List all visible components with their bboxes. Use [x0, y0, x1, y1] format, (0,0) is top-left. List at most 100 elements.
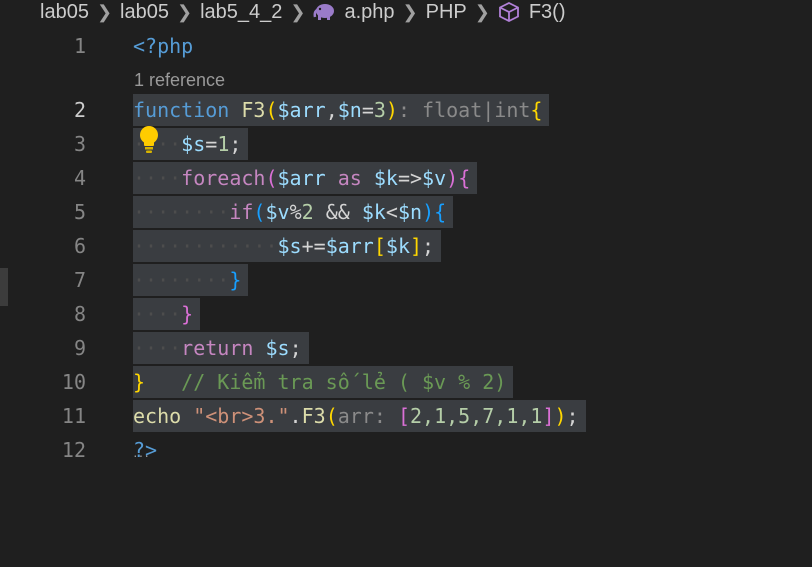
operator-token: => — [397, 166, 423, 190]
number-token: 2 — [301, 200, 314, 224]
bracket-token: { — [434, 200, 447, 224]
variable-token: $v — [265, 200, 290, 224]
code-line: 9 ····return $s; — [0, 331, 812, 365]
bracket-token: [ — [373, 234, 386, 258]
code-text: ········} — [133, 264, 249, 296]
function-name-token: F3 — [241, 98, 266, 122]
operator-token: , — [325, 98, 338, 122]
variable-token: $k — [373, 166, 398, 190]
code-line: 5 ········if($v%2 && $k<$n){ — [0, 195, 812, 229]
variable-token: $arr — [325, 234, 374, 258]
parameter-inlay-hint: arr: — [337, 404, 398, 428]
line-number: 7 — [73, 268, 86, 292]
number-list-token: 2,1,5,7,1,1 — [410, 404, 543, 428]
bracket-token: { — [458, 166, 471, 190]
breadcrumb-folder-lab5-4-2[interactable]: lab5_4_2 — [200, 1, 282, 24]
variable-token: $s — [181, 132, 206, 156]
code-text: ········if($v%2 && $k<$n){ — [133, 196, 454, 228]
keyword-token: if — [229, 200, 254, 224]
code-text: ····return $s; — [133, 332, 309, 364]
code-text: function F3($arr,$n=3): float|int{ — [133, 94, 550, 126]
code-line: 11 echo "<br>3.".F3(arr: [2,1,5,7,1,1]); — [0, 399, 812, 433]
bracket-token: } — [133, 370, 146, 394]
code-text: ····foreach($arr as $k=>$v){ — [133, 162, 478, 194]
code-line: 7 ········} — [0, 263, 812, 297]
string-token: "<br>3." — [193, 404, 290, 428]
references-codelens[interactable]: 1 reference — [134, 63, 225, 97]
operator-token: && — [313, 200, 362, 224]
breadcrumb-language-php[interactable]: PHP — [426, 1, 467, 24]
bracket-token: ] — [410, 234, 423, 258]
keyword-token: echo — [133, 404, 194, 428]
bracket-token: [ — [397, 404, 410, 428]
line-number: 4 — [73, 166, 86, 190]
bracket-token: ] — [542, 404, 555, 428]
operator-token: % — [289, 200, 302, 224]
operator-token: ; — [422, 234, 435, 258]
line-number: 1 — [73, 34, 86, 58]
bracket-token: { — [530, 98, 543, 122]
code-line: 6 ············$s+=$arr[$k]; — [0, 229, 812, 263]
breadcrumb-folder-lab05[interactable]: lab05 — [40, 1, 89, 24]
code-line: 4 ····foreach($arr as $k=>$v){ — [0, 161, 812, 195]
chevron-right-icon: ❯ — [474, 1, 490, 22]
chevron-right-icon: ❯ — [290, 1, 306, 22]
code-line: 2 function F3($arr,$n=3): float|int{ — [0, 93, 812, 127]
variable-token: $n — [397, 200, 423, 224]
code-line: 1 <?php — [0, 29, 812, 63]
code-text: <?php — [133, 30, 193, 62]
code-text: echo "<br>3.".F3(arr: [2,1,5,7,1,1]); — [133, 400, 586, 432]
breadcrumb-symbol-f3[interactable]: F3() — [529, 1, 566, 24]
bracket-token: } — [229, 268, 242, 292]
operator-token: ; — [229, 132, 242, 156]
bracket-token: } — [181, 302, 194, 326]
bracket-token: ) — [385, 98, 398, 122]
keyword-token: as — [325, 166, 374, 190]
code-line: 3 ····$s=1; — [0, 127, 812, 161]
breadcrumb: lab05 ❯ lab05 ❯ lab5_4_2 ❯ a.php ❯ PHP ❯… — [0, 0, 812, 24]
line-number: 2 — [73, 98, 86, 122]
operator-token: . — [289, 404, 302, 428]
variable-token: $s — [265, 336, 290, 360]
php-open-tag: <?php — [133, 34, 194, 58]
bracket-token: ( — [265, 98, 278, 122]
operator-token: = — [205, 132, 218, 156]
line-number: 6 — [73, 234, 86, 258]
line-number: 8 — [73, 302, 86, 326]
breadcrumb-folder-lab05-inner[interactable]: lab05 — [120, 1, 169, 24]
code-editor[interactable]: 1 <?php 1 reference 2 function F3($arr,$… — [0, 29, 812, 567]
variable-token: $arr — [277, 98, 326, 122]
line-number: 10 — [61, 370, 86, 394]
bracket-token: ) — [446, 166, 459, 190]
code-text: ····} — [133, 298, 201, 330]
variable-token: $s — [277, 234, 302, 258]
code-line: 10 } // Kiểm tra số lẻ ( $v % 2) — [0, 365, 812, 399]
breadcrumb-file-a-php[interactable]: a.php — [344, 1, 394, 24]
operator-token: = — [361, 98, 374, 122]
bracket-token: ( — [325, 404, 338, 428]
variable-token: $k — [385, 234, 410, 258]
method-cube-icon — [498, 2, 519, 22]
line-number: 5 — [73, 200, 86, 224]
code-line: 8 ····} — [0, 297, 812, 331]
php-elephant-icon — [313, 4, 335, 20]
operator-token: ; — [566, 404, 579, 428]
variable-token: $n — [337, 98, 362, 122]
operator-token: ; — [289, 336, 302, 360]
ellipsis-marker: ··· — [133, 447, 150, 463]
code-text: } // Kiểm tra số lẻ ( $v % 2) — [133, 366, 514, 398]
line-number: 11 — [61, 404, 86, 428]
bracket-token: ( — [265, 166, 278, 190]
operator-token: += — [301, 234, 326, 258]
keyword-token: function — [133, 98, 230, 122]
code-line: 12 ?> — [0, 433, 812, 467]
line-number: 12 — [61, 438, 86, 462]
lightbulb-icon[interactable] — [138, 125, 160, 155]
line-number: 3 — [73, 132, 86, 156]
function-name-token: F3 — [301, 404, 326, 428]
operator-token: < — [385, 200, 398, 224]
chevron-right-icon: ❯ — [402, 1, 418, 22]
keyword-token: foreach — [181, 166, 266, 190]
number-token: 3 — [373, 98, 386, 122]
variable-token: $k — [361, 200, 386, 224]
